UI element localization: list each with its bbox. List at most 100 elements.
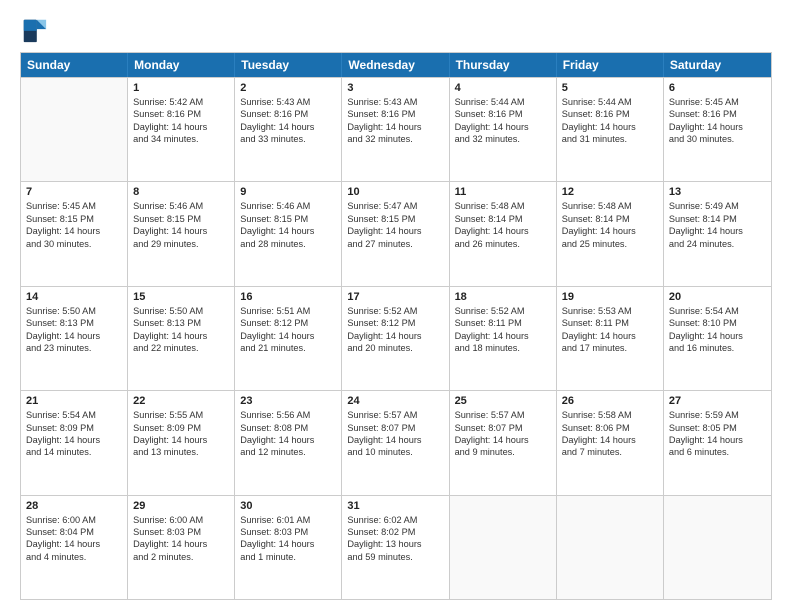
weekday-header: Wednesday xyxy=(342,53,449,77)
calendar-cell: 9 Sunrise: 5:46 AMSunset: 8:15 PMDaylight… xyxy=(235,182,342,285)
calendar-cell: 21 Sunrise: 5:54 AMSunset: 8:09 PMDayligh… xyxy=(21,391,128,494)
day-info: Sunrise: 5:46 AMSunset: 8:15 PMDaylight:… xyxy=(240,200,336,250)
calendar-cell: 19 Sunrise: 5:53 AMSunset: 8:11 PMDayligh… xyxy=(557,287,664,390)
day-number: 7 xyxy=(26,186,122,198)
calendar-cell: 30 Sunrise: 6:01 AMSunset: 8:03 PMDayligh… xyxy=(235,496,342,599)
day-number: 24 xyxy=(347,395,443,407)
day-info: Sunrise: 5:48 AMSunset: 8:14 PMDaylight:… xyxy=(455,200,551,250)
day-info: Sunrise: 5:56 AMSunset: 8:08 PMDaylight:… xyxy=(240,409,336,459)
calendar-cell: 25Sunrise: 5:57 AMSunset: 8:07 PMDayligh… xyxy=(450,391,557,494)
day-number: 10 xyxy=(347,186,443,198)
day-info: Sunrise: 5:47 AMSunset: 8:15 PMDaylight:… xyxy=(347,200,443,250)
day-number: 14 xyxy=(26,291,122,303)
day-number: 3 xyxy=(347,82,443,94)
calendar-cell: 26Sunrise: 5:58 AMSunset: 8:06 PMDayligh… xyxy=(557,391,664,494)
day-number: 13 xyxy=(669,186,766,198)
day-number: 19 xyxy=(562,291,658,303)
day-info: Sunrise: 6:00 AMSunset: 8:04 PMDaylight:… xyxy=(26,514,122,564)
day-info: Sunrise: 5:52 AMSunset: 8:11 PMDaylight:… xyxy=(455,305,551,355)
weekday-header: Thursday xyxy=(450,53,557,77)
calendar-cell xyxy=(450,496,557,599)
day-number: 27 xyxy=(669,395,766,407)
calendar-cell: 6Sunrise: 5:45 AMSunset: 8:16 PMDaylight… xyxy=(664,78,771,181)
day-number: 11 xyxy=(455,186,551,198)
calendar-cell: 8 Sunrise: 5:46 AMSunset: 8:15 PMDaylight… xyxy=(128,182,235,285)
calendar-cell: 12 Sunrise: 5:48 AMSunset: 8:14 PMDayligh… xyxy=(557,182,664,285)
weekday-header: Saturday xyxy=(664,53,771,77)
calendar-cell: 29 Sunrise: 6:00 AMSunset: 8:03 PMDayligh… xyxy=(128,496,235,599)
calendar-cell: 1 Sunrise: 5:42 AMSunset: 8:16 PMDaylight… xyxy=(128,78,235,181)
calendar-cell: 27 Sunrise: 5:59 AMSunset: 8:05 PMDayligh… xyxy=(664,391,771,494)
day-number: 29 xyxy=(133,500,229,512)
day-info: Sunrise: 5:42 AMSunset: 8:16 PMDaylight:… xyxy=(133,96,229,146)
day-info: Sunrise: 5:59 AMSunset: 8:05 PMDaylight:… xyxy=(669,409,766,459)
day-info: Sunrise: 5:54 AMSunset: 8:10 PMDaylight:… xyxy=(669,305,766,355)
day-info: Sunrise: 5:46 AMSunset: 8:15 PMDaylight:… xyxy=(133,200,229,250)
calendar-cell: 14 Sunrise: 5:50 AMSunset: 8:13 PMDayligh… xyxy=(21,287,128,390)
logo xyxy=(20,16,52,44)
day-number: 20 xyxy=(669,291,766,303)
day-info: Sunrise: 5:49 AMSunset: 8:14 PMDaylight:… xyxy=(669,200,766,250)
weekday-header: Friday xyxy=(557,53,664,77)
day-info: Sunrise: 5:44 AMSunset: 8:16 PMDaylight:… xyxy=(562,96,658,146)
calendar-cell: 11 Sunrise: 5:48 AMSunset: 8:14 PMDayligh… xyxy=(450,182,557,285)
day-info: Sunrise: 5:48 AMSunset: 8:14 PMDaylight:… xyxy=(562,200,658,250)
calendar-cell: 3 Sunrise: 5:43 AMSunset: 8:16 PMDaylight… xyxy=(342,78,449,181)
day-number: 12 xyxy=(562,186,658,198)
header xyxy=(20,16,772,44)
calendar-cell: 7Sunrise: 5:45 AMSunset: 8:15 PMDaylight… xyxy=(21,182,128,285)
calendar-row: 21 Sunrise: 5:54 AMSunset: 8:09 PMDayligh… xyxy=(21,390,771,494)
calendar-cell xyxy=(664,496,771,599)
day-info: Sunrise: 5:55 AMSunset: 8:09 PMDaylight:… xyxy=(133,409,229,459)
day-info: Sunrise: 5:43 AMSunset: 8:16 PMDaylight:… xyxy=(240,96,336,146)
calendar-cell xyxy=(557,496,664,599)
calendar-header: SundayMondayTuesdayWednesdayThursdayFrid… xyxy=(21,53,771,77)
calendar-cell: 4 Sunrise: 5:44 AMSunset: 8:16 PMDaylight… xyxy=(450,78,557,181)
day-number: 15 xyxy=(133,291,229,303)
day-info: Sunrise: 6:01 AMSunset: 8:03 PMDaylight:… xyxy=(240,514,336,564)
calendar-cell: 15Sunrise: 5:50 AMSunset: 8:13 PMDayligh… xyxy=(128,287,235,390)
day-info: Sunrise: 6:00 AMSunset: 8:03 PMDaylight:… xyxy=(133,514,229,564)
day-number: 30 xyxy=(240,500,336,512)
day-number: 6 xyxy=(669,82,766,94)
day-info: Sunrise: 5:57 AMSunset: 8:07 PMDaylight:… xyxy=(347,409,443,459)
calendar-cell: 23 Sunrise: 5:56 AMSunset: 8:08 PMDayligh… xyxy=(235,391,342,494)
calendar-cell: 20 Sunrise: 5:54 AMSunset: 8:10 PMDayligh… xyxy=(664,287,771,390)
day-number: 1 xyxy=(133,82,229,94)
day-info: Sunrise: 5:50 AMSunset: 8:13 PMDaylight:… xyxy=(26,305,122,355)
day-number: 9 xyxy=(240,186,336,198)
calendar-cell: 18 Sunrise: 5:52 AMSunset: 8:11 PMDayligh… xyxy=(450,287,557,390)
calendar-cell: 28 Sunrise: 6:00 AMSunset: 8:04 PMDayligh… xyxy=(21,496,128,599)
day-number: 25 xyxy=(455,395,551,407)
day-info: Sunrise: 5:53 AMSunset: 8:11 PMDaylight:… xyxy=(562,305,658,355)
day-info: Sunrise: 5:51 AMSunset: 8:12 PMDaylight:… xyxy=(240,305,336,355)
weekday-header: Tuesday xyxy=(235,53,342,77)
calendar-cell: 16Sunrise: 5:51 AMSunset: 8:12 PMDayligh… xyxy=(235,287,342,390)
calendar-row: 28 Sunrise: 6:00 AMSunset: 8:04 PMDayligh… xyxy=(21,495,771,599)
day-number: 21 xyxy=(26,395,122,407)
day-info: Sunrise: 5:43 AMSunset: 8:16 PMDaylight:… xyxy=(347,96,443,146)
day-number: 22 xyxy=(133,395,229,407)
calendar-cell: 13 Sunrise: 5:49 AMSunset: 8:14 PMDayligh… xyxy=(664,182,771,285)
day-number: 2 xyxy=(240,82,336,94)
day-number: 4 xyxy=(455,82,551,94)
day-info: Sunrise: 5:54 AMSunset: 8:09 PMDaylight:… xyxy=(26,409,122,459)
calendar-cell: 17Sunrise: 5:52 AMSunset: 8:12 PMDayligh… xyxy=(342,287,449,390)
calendar-cell: 2 Sunrise: 5:43 AMSunset: 8:16 PMDaylight… xyxy=(235,78,342,181)
logo-icon xyxy=(20,16,48,44)
weekday-header: Sunday xyxy=(21,53,128,77)
calendar-row: 1 Sunrise: 5:42 AMSunset: 8:16 PMDaylight… xyxy=(21,77,771,181)
day-info: Sunrise: 6:02 AMSunset: 8:02 PMDaylight:… xyxy=(347,514,443,564)
day-number: 28 xyxy=(26,500,122,512)
calendar-cell: 22 Sunrise: 5:55 AMSunset: 8:09 PMDayligh… xyxy=(128,391,235,494)
calendar-row: 14 Sunrise: 5:50 AMSunset: 8:13 PMDayligh… xyxy=(21,286,771,390)
day-number: 5 xyxy=(562,82,658,94)
day-number: 23 xyxy=(240,395,336,407)
calendar-cell: 10 Sunrise: 5:47 AMSunset: 8:15 PMDayligh… xyxy=(342,182,449,285)
day-info: Sunrise: 5:58 AMSunset: 8:06 PMDaylight:… xyxy=(562,409,658,459)
day-info: Sunrise: 5:52 AMSunset: 8:12 PMDaylight:… xyxy=(347,305,443,355)
day-number: 8 xyxy=(133,186,229,198)
calendar-cell: 5 Sunrise: 5:44 AMSunset: 8:16 PMDaylight… xyxy=(557,78,664,181)
day-number: 18 xyxy=(455,291,551,303)
day-info: Sunrise: 5:44 AMSunset: 8:16 PMDaylight:… xyxy=(455,96,551,146)
